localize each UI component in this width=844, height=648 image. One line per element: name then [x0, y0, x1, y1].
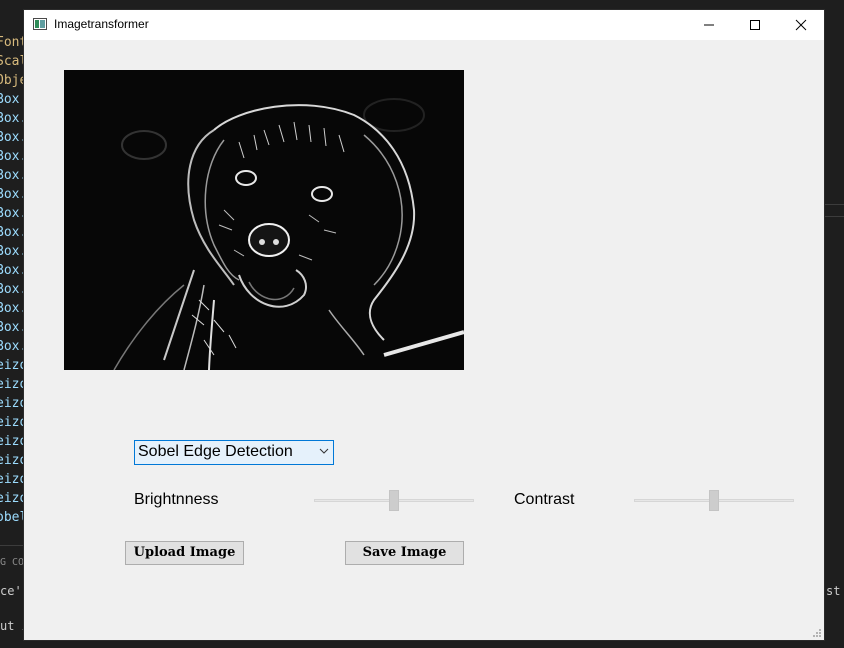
contrast-slider-thumb[interactable] [709, 490, 719, 511]
code-line: Box. [0, 301, 24, 316]
close-button[interactable] [778, 10, 824, 40]
code-line: eizo [0, 396, 24, 411]
code-line: obel [0, 510, 24, 525]
maximize-button[interactable] [732, 10, 778, 40]
code-line: Box. [0, 206, 24, 221]
code-line: Scal [0, 54, 24, 69]
code-line: Box. [0, 149, 24, 164]
terminal-line: ce' [0, 584, 22, 598]
code-line: Box. [0, 263, 24, 278]
code-line: Obje [0, 73, 24, 88]
title-bar[interactable]: Imagetransformer [24, 10, 824, 40]
window-title: Imagetransformer [54, 17, 149, 31]
upload-image-button[interactable]: Upload Image [125, 541, 244, 565]
code-line: Box. [0, 168, 24, 183]
code-line: eizo [0, 377, 24, 392]
terminal-line-right: st [826, 584, 841, 598]
app-window: Imagetransformer Sobel Edge Detection Br… [24, 10, 824, 640]
brightness-label: Brightnness [134, 491, 219, 508]
terminal-divider [0, 545, 24, 546]
filter-dropdown-value: Sobel Edge Detection [138, 443, 293, 460]
code-line: eizo [0, 434, 24, 449]
edge-detected-dog-image [64, 70, 464, 370]
code-line: eizo [0, 472, 24, 487]
minimize-icon [704, 24, 714, 26]
code-line: Box. [0, 282, 24, 297]
terminal-header: G CO [0, 557, 25, 568]
code-line: Box. [0, 187, 24, 202]
save-image-button[interactable]: Save Image [345, 541, 464, 565]
code-line: Box. [0, 320, 24, 335]
image-preview [64, 70, 464, 370]
code-line: Box. [0, 339, 24, 354]
code-line: Box. [0, 130, 24, 145]
code-line: Box [0, 92, 20, 107]
filter-dropdown[interactable]: Sobel Edge Detection [134, 440, 334, 465]
chevron-down-icon [319, 448, 329, 454]
code-line: Box. [0, 111, 24, 126]
background-editor-right [824, 0, 844, 648]
code-line: Box. [0, 244, 24, 259]
close-icon [795, 19, 807, 31]
code-line: eizo [0, 358, 24, 373]
background-editor: Font Scal Obje Box Box. Box. Box. Box. Box. Box. B… [0, 0, 24, 648]
app-icon [33, 18, 47, 30]
code-line: Box. [0, 225, 24, 240]
brightness-slider[interactable] [314, 490, 474, 512]
code-line: eizo [0, 453, 24, 468]
code-line: eizo [0, 491, 24, 506]
resize-grip-icon[interactable] [812, 628, 822, 638]
maximize-icon [750, 20, 760, 30]
minimize-button[interactable] [686, 10, 732, 40]
brightness-slider-thumb[interactable] [389, 490, 399, 511]
code-line: eizo [0, 415, 24, 430]
contrast-label: Contrast [514, 491, 575, 508]
contrast-slider[interactable] [634, 490, 794, 512]
code-line: Font [0, 35, 24, 50]
